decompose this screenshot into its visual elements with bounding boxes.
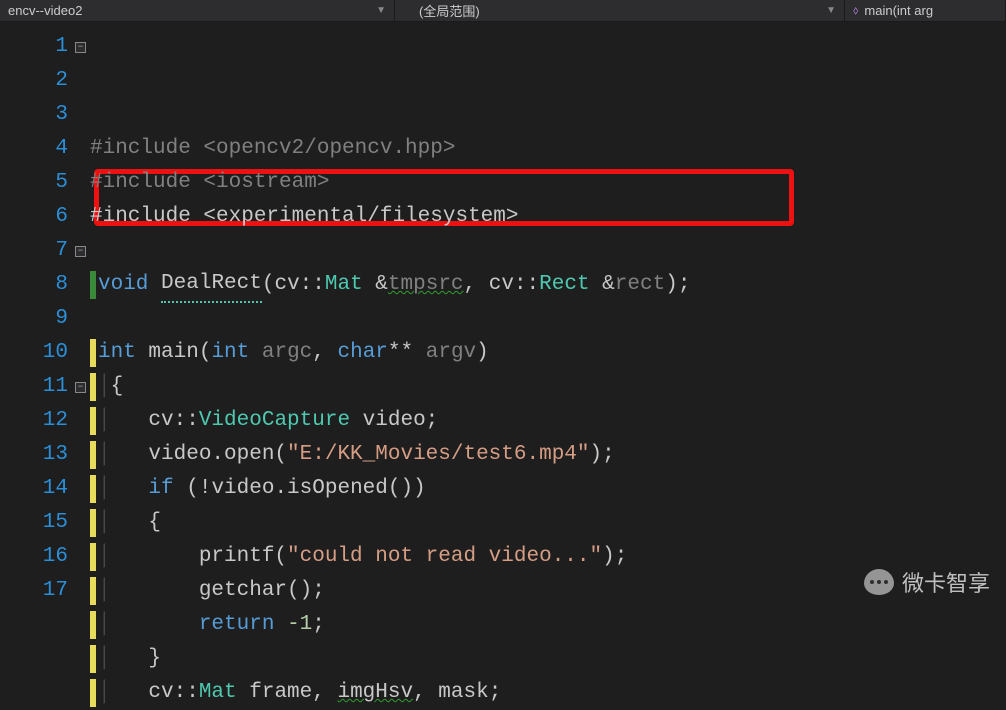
line-number: 14 [0, 472, 68, 506]
line-number: 5 [0, 166, 68, 200]
code-line[interactable]: void DealRect(cv::Mat &tmpsrc, cv::Rect … [90, 268, 1006, 302]
code-line[interactable] [90, 234, 1006, 268]
chat-bubble-icon [864, 569, 894, 595]
scope-dropdown[interactable]: (全局范围) ▼ [395, 0, 845, 21]
scope-label: (全局范围) [419, 1, 480, 20]
fold-toggle[interactable]: − [75, 42, 86, 53]
change-marker [90, 611, 96, 639]
code-line[interactable]: │ } [90, 642, 1006, 676]
line-number: 1 [0, 30, 68, 64]
code-line[interactable]: │{ [90, 370, 1006, 404]
watermark-text: 微卡智享 [902, 566, 990, 598]
code-area[interactable]: −#include <opencv2/opencv.hpp> #include … [90, 22, 1006, 614]
change-marker [90, 645, 96, 673]
line-number: 16 [0, 540, 68, 574]
change-marker [90, 543, 96, 571]
fold-toggle[interactable]: − [75, 382, 86, 393]
line-number: 12 [0, 404, 68, 438]
project-label: encv--video2 [8, 3, 82, 18]
watermark: 微卡智享 [864, 566, 990, 598]
change-marker [90, 577, 96, 605]
change-marker [90, 441, 96, 469]
change-marker [90, 475, 96, 503]
line-number: 11 [0, 370, 68, 404]
change-marker [90, 373, 96, 401]
function-label: main(int arg [864, 3, 933, 18]
line-number: 7 [0, 234, 68, 268]
line-number: 10 [0, 336, 68, 370]
navigation-bar: encv--video2 ▼ (全局范围) ▼ ⬨ main(int arg [0, 0, 1006, 22]
cube-icon: ⬨ [853, 3, 858, 18]
chevron-down-icon: ▼ [376, 5, 386, 16]
code-line[interactable]: #include <experimental/filesystem> [90, 200, 1006, 234]
change-marker [90, 407, 96, 435]
line-number: 15 [0, 506, 68, 540]
code-line[interactable]: int main(int argc, char** argv) [90, 336, 1006, 370]
line-number: 6 [0, 200, 68, 234]
project-dropdown[interactable]: encv--video2 ▼ [0, 0, 395, 21]
line-number: 3 [0, 98, 68, 132]
line-number: 2 [0, 64, 68, 98]
change-marker [90, 509, 96, 537]
change-marker [90, 271, 96, 299]
fold-toggle[interactable]: − [75, 246, 86, 257]
line-number: 13 [0, 438, 68, 472]
code-line[interactable]: │ video.open("E:/KK_Movies/test6.mp4"); [90, 438, 1006, 472]
change-marker [90, 339, 96, 367]
code-line[interactable]: │ cv::Mat frame, imgHsv, mask; [90, 676, 1006, 710]
line-number: 4 [0, 132, 68, 166]
code-line[interactable]: │ if (!video.isOpened()) [90, 472, 1006, 506]
code-line[interactable]: │ cv::VideoCapture video; [90, 404, 1006, 438]
function-dropdown[interactable]: ⬨ main(int arg [845, 0, 1006, 21]
editor: 1234567891011121314151617 −#include <ope… [0, 22, 1006, 614]
code-line[interactable]: │ return -1; [90, 608, 1006, 642]
chevron-down-icon: ▼ [826, 5, 836, 16]
line-number: 17 [0, 574, 68, 608]
line-number: 8 [0, 268, 68, 302]
code-line[interactable]: #include <iostream> [90, 166, 1006, 200]
change-marker [90, 679, 96, 707]
code-line[interactable]: │ { [90, 506, 1006, 540]
line-number: 9 [0, 302, 68, 336]
code-line[interactable]: #include <opencv2/opencv.hpp> [90, 132, 1006, 166]
line-number-gutter: 1234567891011121314151617 [0, 22, 90, 614]
code-line[interactable] [90, 302, 1006, 336]
